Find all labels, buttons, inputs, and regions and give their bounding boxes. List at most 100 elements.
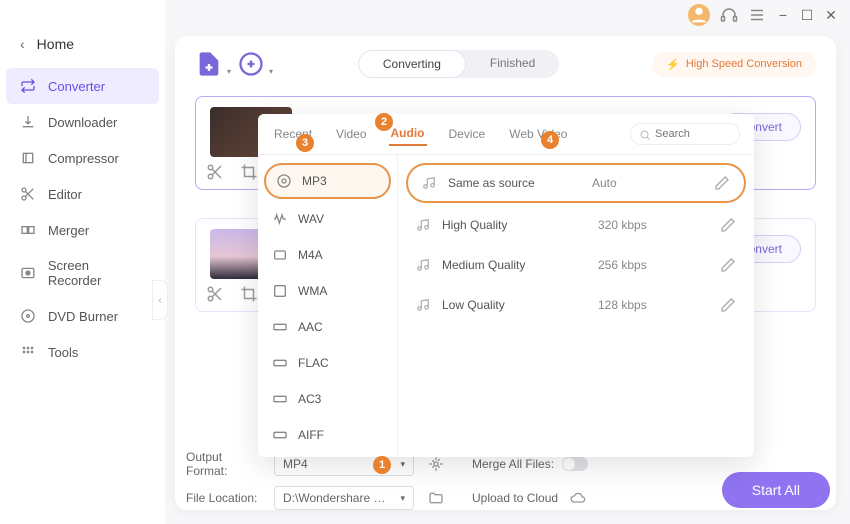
status-segment: Converting Finished [358, 50, 559, 78]
format-list: MP3 WAV M4A WMA AAC FLAC AC3 AIFF [258, 155, 398, 457]
dropdown-tabs: Recent Video Audio Device Web Video [258, 114, 754, 155]
headset-icon[interactable] [720, 6, 738, 24]
music-icon [422, 176, 436, 190]
format-dropdown: Recent Video Audio Device Web Video MP3 … [258, 114, 754, 457]
close-button[interactable]: ✕ [824, 8, 838, 22]
titlebar: − ☐ ✕ [688, 4, 838, 26]
audio-icon [272, 319, 288, 335]
dropdown-search[interactable] [630, 123, 740, 145]
home-link[interactable]: ‹ Home [0, 30, 165, 68]
chevron-down-icon: ▾ [269, 67, 273, 76]
format-m4a[interactable]: M4A [258, 237, 397, 273]
quality-high[interactable]: High Quality 320 kbps [398, 205, 754, 245]
dd-tab-video[interactable]: Video [334, 123, 368, 145]
hsconv-label: High Speed Conversion [686, 58, 802, 70]
search-input[interactable] [655, 128, 725, 140]
high-speed-conversion-button[interactable]: ⚡ High Speed Conversion [652, 52, 816, 77]
start-all-button[interactable]: Start All [722, 472, 830, 508]
sidebar-item-label: Converter [48, 79, 105, 94]
quality-same-as-source[interactable]: Same as source Auto [408, 165, 744, 201]
scissors-icon [20, 186, 36, 202]
dd-tab-web-video[interactable]: Web Video [507, 123, 569, 145]
sidebar-item-label: DVD Burner [48, 309, 118, 324]
format-mp3[interactable]: MP3 [266, 165, 389, 197]
chevron-down-icon: ▾ [400, 493, 405, 504]
sidebar-item-dvd-burner[interactable]: DVD Burner [0, 298, 165, 334]
crop-icon[interactable] [240, 163, 258, 181]
audio-icon [272, 427, 288, 443]
audio-icon [272, 391, 288, 407]
music-icon [416, 258, 430, 272]
merge-toggle[interactable] [562, 457, 588, 471]
output-format-label: Output Format: [186, 450, 266, 478]
audio-icon [272, 211, 288, 227]
music-icon [416, 298, 430, 312]
record-icon [20, 265, 36, 281]
quality-list: Same as source Auto High Quality 320 kbp… [398, 155, 754, 457]
chevron-down-icon: ▾ [227, 67, 231, 76]
crop-icon[interactable] [240, 285, 258, 303]
home-label: Home [37, 36, 74, 52]
add-file-button[interactable]: ▾ [195, 50, 223, 78]
edit-icon[interactable] [720, 297, 736, 313]
search-icon [639, 128, 651, 140]
trim-icon[interactable] [206, 163, 224, 181]
folder-icon[interactable] [428, 490, 444, 506]
music-icon [416, 218, 430, 232]
tab-converting[interactable]: Converting [358, 50, 466, 78]
sidebar-item-editor[interactable]: Editor [0, 176, 165, 212]
upload-label: Upload to Cloud [472, 491, 558, 505]
file-location-label: File Location: [186, 491, 266, 505]
sidebar-item-label: Compressor [48, 151, 119, 166]
format-wma[interactable]: WMA [258, 273, 397, 309]
file-location-select[interactable]: D:\Wondershare UniConverter 1 ▾ [274, 486, 414, 510]
sidebar-item-compressor[interactable]: Compressor [0, 140, 165, 176]
disc-icon [20, 308, 36, 324]
edit-icon[interactable] [714, 175, 730, 191]
download-icon [20, 114, 36, 130]
maximize-button[interactable]: ☐ [800, 8, 814, 22]
chevron-left-icon: ‹ [20, 36, 25, 52]
format-ac3[interactable]: AC3 [258, 381, 397, 417]
avatar[interactable] [688, 4, 710, 26]
settings-icon[interactable] [428, 456, 444, 472]
quality-low[interactable]: Low Quality 128 kbps [398, 285, 754, 325]
sidebar-item-label: Screen Recorder [48, 258, 145, 288]
menu-icon[interactable] [748, 6, 766, 24]
audio-icon [272, 283, 288, 299]
audio-icon [276, 173, 292, 189]
sidebar-item-tools[interactable]: Tools [0, 334, 165, 370]
audio-icon [272, 355, 288, 371]
trim-icon[interactable] [206, 285, 224, 303]
bolt-icon: ⚡ [666, 58, 680, 71]
format-aiff[interactable]: AIFF [258, 417, 397, 453]
format-flac[interactable]: FLAC [258, 345, 397, 381]
sidebar-item-label: Downloader [48, 115, 117, 130]
compress-icon [20, 150, 36, 166]
dd-tab-audio[interactable]: Audio [389, 122, 427, 146]
minimize-button[interactable]: − [776, 8, 790, 22]
edit-icon[interactable] [720, 217, 736, 233]
sidebar-item-label: Editor [48, 187, 82, 202]
cloud-icon[interactable] [570, 490, 586, 506]
merge-label: Merge All Files: [472, 457, 554, 471]
badge-1: 1 [373, 456, 391, 474]
format-wav[interactable]: WAV [258, 201, 397, 237]
chevron-down-icon: ▾ [400, 459, 405, 470]
dd-tab-device[interactable]: Device [447, 123, 488, 145]
tab-finished[interactable]: Finished [466, 50, 559, 78]
sidebar-item-label: Tools [48, 345, 78, 360]
loop-icon [20, 78, 36, 94]
sidebar-item-merger[interactable]: Merger [0, 212, 165, 248]
sidebar-item-converter[interactable]: Converter [6, 68, 159, 104]
format-aac[interactable]: AAC [258, 309, 397, 345]
edit-icon[interactable] [720, 257, 736, 273]
add-dvd-button[interactable]: ▾ [237, 50, 265, 78]
badge-2: 2 [375, 113, 393, 131]
quality-medium[interactable]: Medium Quality 256 kbps [398, 245, 754, 285]
collapse-sidebar-handle[interactable]: ‹ [152, 280, 168, 320]
sidebar-item-downloader[interactable]: Downloader [0, 104, 165, 140]
grid-icon [20, 344, 36, 360]
sidebar-item-screen-recorder[interactable]: Screen Recorder [0, 248, 165, 298]
sidebar: ‹ Home Converter Downloader Compressor E… [0, 0, 165, 524]
